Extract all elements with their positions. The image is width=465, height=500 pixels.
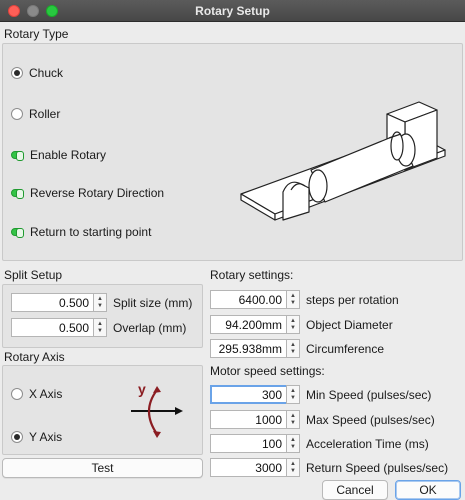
enable-rotary-toggle[interactable]: Enable Rotary	[11, 148, 106, 162]
y-axis-radio-dot	[11, 431, 23, 443]
chuck-radio[interactable]: Chuck	[11, 66, 63, 80]
rotary-type-heading: Rotary Type	[4, 27, 69, 41]
zoom-window-button[interactable]	[46, 5, 58, 17]
rotary-axis-panel: X Axis Y Axis y	[2, 365, 203, 455]
acceleration-time-input[interactable]	[210, 434, 286, 453]
test-button[interactable]: Test	[2, 458, 203, 478]
enable-rotary-label: Enable Rotary	[30, 148, 107, 162]
stepper-arrows-icon[interactable]: ▲ ▼	[93, 318, 107, 337]
split-setup-panel: ▲▼ Split size (mm) ▲▼ Overlap (mm)	[2, 284, 203, 348]
stepper-arrows-icon[interactable]: ▲ ▼	[286, 458, 300, 477]
steps-per-rotation-input[interactable]	[210, 290, 286, 309]
x-axis-label: X Axis	[29, 387, 63, 401]
x-axis-radio-dot	[11, 388, 23, 400]
return-start-toggle[interactable]: Return to starting point	[11, 225, 151, 239]
split-size-spinbox[interactable]: ▲▼ Split size (mm)	[11, 293, 192, 312]
steps-per-rotation-label: steps per rotation	[306, 292, 399, 307]
stepper-arrows-icon[interactable]: ▲ ▼	[93, 293, 107, 312]
circumference-input[interactable]	[210, 339, 286, 358]
rotary-settings-heading: Rotary settings:	[210, 268, 294, 282]
chuck-radio-dot	[11, 67, 23, 79]
stepper-arrows-icon[interactable]: ▲ ▼	[286, 434, 300, 453]
split-setup-heading: Split Setup	[4, 268, 63, 282]
max-speed-spinbox[interactable]: ▲▼ Max Speed (pulses/sec)	[210, 410, 435, 429]
min-speed-spinbox[interactable]: ▲▼ Min Speed (pulses/sec)	[210, 385, 431, 404]
return-speed-label: Return Speed (pulses/sec)	[306, 460, 449, 475]
return-speed-spinbox[interactable]: ▲▼ Return Speed (pulses/sec)	[210, 458, 448, 477]
circumference-spinbox[interactable]: ▲▼ Circumference	[210, 339, 384, 358]
acceleration-time-label: Acceleration Time (ms)	[306, 436, 429, 451]
object-diameter-spinbox[interactable]: ▲▼ Object Diameter	[210, 315, 393, 334]
reverse-direction-toggle[interactable]: Reverse Rotary Direction	[11, 186, 164, 200]
max-speed-label: Max Speed (pulses/sec)	[306, 412, 435, 427]
minimize-window-button[interactable]	[27, 5, 39, 17]
return-speed-input[interactable]	[210, 458, 286, 477]
max-speed-input[interactable]	[210, 410, 286, 429]
axis-letter: y	[138, 381, 146, 397]
toggle-switch-icon	[11, 189, 24, 199]
roller-radio[interactable]: Roller	[11, 107, 60, 121]
rotary-type-panel: Chuck Roller Enable Rotary Reverse Rotar…	[2, 43, 463, 261]
title-bar: Rotary Setup	[0, 0, 465, 22]
stepper-arrows-icon[interactable]: ▲ ▼	[286, 290, 300, 309]
stepper-arrows-icon[interactable]: ▲ ▼	[286, 410, 300, 429]
roller-radio-dot	[11, 108, 23, 120]
overlap-input[interactable]	[11, 318, 93, 337]
rotation-axis-diagram: y	[131, 381, 183, 438]
ok-button[interactable]: OK	[395, 480, 461, 500]
toggle-switch-icon	[11, 151, 24, 161]
y-axis-radio[interactable]: Y Axis	[11, 430, 62, 444]
overlap-label: Overlap (mm)	[113, 320, 187, 335]
rotary-chuck-illustration	[240, 101, 446, 221]
close-window-button[interactable]	[8, 5, 20, 17]
x-axis-radio[interactable]: X Axis	[11, 387, 62, 401]
circumference-label: Circumference	[306, 341, 385, 356]
min-speed-input[interactable]	[210, 385, 286, 404]
acceleration-time-spinbox[interactable]: ▲▼ Acceleration Time (ms)	[210, 434, 429, 453]
toggle-switch-icon	[11, 228, 24, 238]
cancel-button[interactable]: Cancel	[322, 480, 388, 500]
roller-label: Roller	[29, 107, 61, 121]
chuck-label: Chuck	[29, 66, 64, 80]
object-diameter-label: Object Diameter	[306, 317, 393, 332]
stepper-arrows-icon[interactable]: ▲ ▼	[286, 385, 300, 404]
reverse-direction-label: Reverse Rotary Direction	[30, 186, 165, 200]
stepper-arrows-icon[interactable]: ▲ ▼	[286, 339, 300, 358]
overlap-spinbox[interactable]: ▲▼ Overlap (mm)	[11, 318, 186, 337]
motor-speed-heading: Motor speed settings:	[210, 364, 325, 378]
object-diameter-input[interactable]	[210, 315, 286, 334]
window-title: Rotary Setup	[195, 4, 270, 18]
split-size-input[interactable]	[11, 293, 93, 312]
stepper-arrows-icon[interactable]: ▲ ▼	[286, 315, 300, 334]
rotary-axis-heading: Rotary Axis	[4, 350, 65, 364]
y-axis-label: Y Axis	[29, 430, 63, 444]
min-speed-label: Min Speed (pulses/sec)	[306, 387, 432, 402]
steps-per-rotation-spinbox[interactable]: ▲▼ steps per rotation	[210, 290, 399, 309]
return-start-label: Return to starting point	[30, 225, 152, 239]
split-size-label: Split size (mm)	[113, 295, 193, 310]
